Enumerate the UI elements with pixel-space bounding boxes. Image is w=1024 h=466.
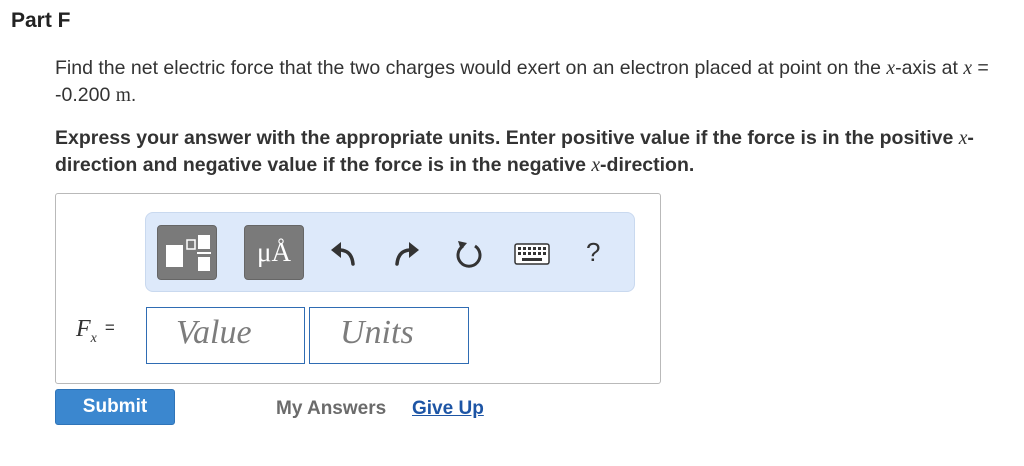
instructions-text-3: -direction.: [600, 154, 695, 176]
var-x: x: [591, 155, 601, 176]
units-button[interactable]: μÅ: [244, 225, 304, 280]
help-icon[interactable]: ?: [586, 237, 600, 268]
reset-icon[interactable]: [452, 237, 486, 271]
question-text-4: .: [130, 84, 137, 106]
var-x: x: [886, 58, 896, 79]
my-answers-link[interactable]: My Answers: [276, 398, 386, 420]
answer-label-sub: x: [90, 330, 97, 346]
units-input[interactable]: Units: [309, 307, 469, 364]
keyboard-icon[interactable]: [514, 243, 550, 265]
math-toolbar: μÅ ?: [145, 212, 635, 292]
question-text-2: -axis at: [895, 57, 964, 79]
value-input[interactable]: Value: [146, 307, 305, 364]
answer-box: μÅ ? Fx = Value Units: [55, 193, 661, 384]
answer-label-var: F: [76, 316, 91, 342]
question-text: Find the net electric force that the two…: [55, 55, 1015, 109]
submit-button[interactable]: Submit: [55, 389, 175, 425]
question-text-1: Find the net electric force that the two…: [55, 57, 887, 79]
instructions-text-1: Express your answer with the appropriate…: [55, 127, 959, 149]
answer-label: Fx =: [76, 316, 115, 347]
var-x: x: [963, 58, 973, 79]
undo-icon[interactable]: [326, 237, 360, 271]
part-title: Part F: [11, 9, 71, 32]
instructions-text: Express your answer with the appropriate…: [55, 125, 1015, 179]
answer-label-eq: =: [104, 318, 115, 337]
units-button-label: μÅ: [257, 237, 291, 267]
unit-m: m: [115, 85, 131, 106]
templates-icon: [166, 235, 211, 271]
templates-button[interactable]: [157, 225, 217, 280]
give-up-link[interactable]: Give Up: [412, 398, 484, 420]
redo-icon[interactable]: [390, 237, 424, 271]
